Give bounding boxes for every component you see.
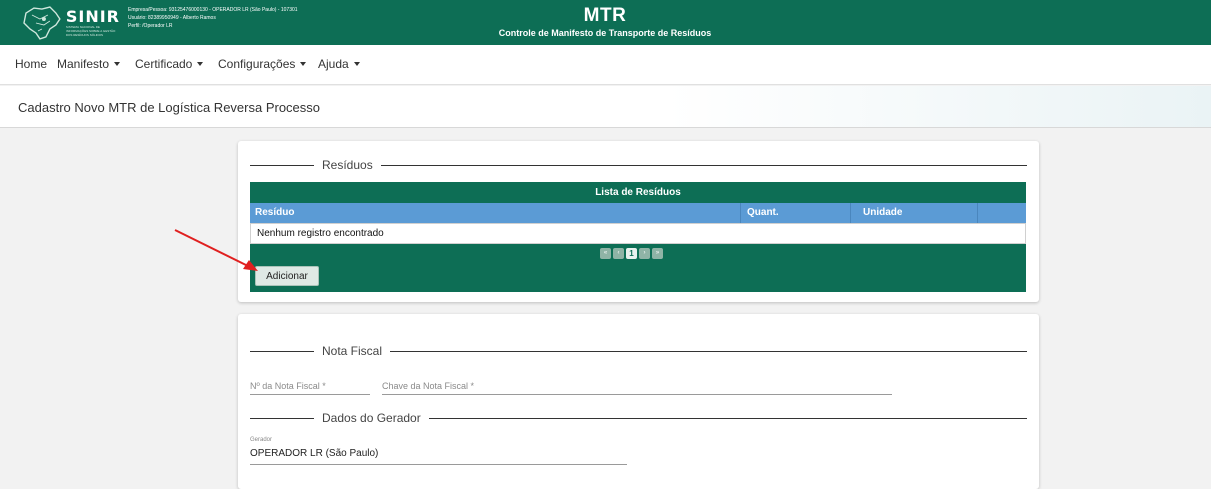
gerador-legend: Dados do Gerador: [250, 411, 1027, 425]
user-info: Empresa/Pessoa: 93125476000130 - OPERADO…: [128, 6, 298, 30]
logo-name: SINIR: [65, 7, 120, 26]
app-title-block: MTR Controle de Manifesto de Transporte …: [420, 5, 790, 39]
column-header-unidade[interactable]: Unidade: [863, 203, 902, 223]
divider: [250, 164, 314, 166]
divider: [250, 350, 314, 352]
logo-subtitle: SISTEMA NACIONAL DE INFORMAÇÕES SOBRE A …: [65, 25, 116, 37]
empty-row: Nenhum registro encontrado: [250, 223, 1026, 244]
menu-configuracoes[interactable]: Configurações: [218, 57, 307, 71]
divider: [380, 164, 1027, 166]
residuos-card: Resíduos Lista de Resíduos Resíduo Quant…: [238, 141, 1039, 302]
menu-certificado-label: Certificado: [135, 57, 193, 71]
menu-manifesto-label: Manifesto: [57, 57, 110, 71]
nota-fiscal-chave-input[interactable]: [382, 375, 892, 391]
menu-configuracoes-label: Configurações: [218, 57, 296, 71]
grid-caption: Lista de Resíduos: [595, 187, 681, 198]
menu-manifesto[interactable]: Manifesto: [57, 57, 121, 71]
brazil-map-icon: [23, 6, 61, 40]
first-page-icon[interactable]: «: [600, 248, 611, 259]
gerador-legend-label: Dados do Gerador: [322, 411, 421, 425]
nota-fiscal-chave-field[interactable]: [382, 375, 892, 395]
app-title: MTR: [583, 5, 627, 26]
column-separator: [977, 203, 978, 223]
column-header-residuo[interactable]: Resíduo: [255, 203, 294, 223]
nota-fiscal-numero-field[interactable]: [250, 375, 370, 395]
residuos-legend: Resíduos: [250, 158, 1027, 172]
divider: [390, 350, 1027, 352]
caret-down-icon: [114, 62, 121, 66]
column-separator: [850, 203, 851, 223]
app-subtitle: Controle de Manifesto de Transporte de R…: [498, 28, 712, 38]
menu-certificado[interactable]: Certificado: [135, 57, 204, 71]
nota-fiscal-numero-input[interactable]: [250, 375, 370, 391]
page-title-bar: Cadastro Novo MTR de Logística Reversa P…: [0, 86, 1211, 128]
column-separator: [740, 203, 741, 223]
menu-ajuda-label: Ajuda: [318, 57, 349, 71]
prev-page-icon[interactable]: ‹: [613, 248, 624, 259]
page-number[interactable]: 1: [626, 248, 637, 259]
divider: [250, 417, 314, 419]
column-header-quant[interactable]: Quant.: [747, 203, 779, 223]
sinir-logo[interactable]: SINIR SISTEMA NACIONAL DE INFORMAÇÕES SO…: [20, 4, 120, 42]
last-page-icon[interactable]: »: [652, 248, 663, 259]
gerador-label: Gerador: [250, 437, 273, 443]
divider: [428, 417, 1027, 419]
annotation-arrow-icon: [174, 229, 258, 271]
usuario-text: Usuário: 82389950949 - Alberto Ramos: [128, 15, 216, 21]
pagination: « ‹ 1 › »: [600, 248, 663, 259]
page-title: Cadastro Novo MTR de Logística Reversa P…: [18, 100, 321, 115]
nota-fiscal-card: Nota Fiscal Dados do Gerador Gerador OPE…: [238, 314, 1039, 489]
grid-header: Resíduo Quant. Unidade: [250, 203, 1026, 223]
residuos-legend-label: Resíduos: [322, 158, 373, 172]
nota-fiscal-legend: Nota Fiscal: [250, 344, 1027, 358]
nota-fiscal-legend-label: Nota Fiscal: [322, 344, 383, 358]
menu-home-label: Home: [15, 57, 48, 71]
gerador-field[interactable]: OPERADOR LR (São Paulo): [250, 445, 627, 465]
caret-down-icon: [353, 62, 360, 66]
menu-ajuda[interactable]: Ajuda: [318, 57, 360, 71]
menu-home[interactable]: Home: [15, 57, 47, 71]
empresa-text: Empresa/Pessoa: 93125476000130 - OPERADO…: [128, 7, 298, 13]
perfil-text: Perfil: /Operador LR: [128, 23, 173, 29]
top-header: SINIR SISTEMA NACIONAL DE INFORMAÇÕES SO…: [0, 0, 1211, 45]
residuos-grid: Lista de Resíduos Resíduo Quant. Unidade…: [250, 182, 1026, 292]
gerador-value: OPERADOR LR (São Paulo): [250, 448, 379, 459]
caret-down-icon: [300, 62, 307, 66]
caret-down-icon: [197, 62, 204, 66]
main-menu: Home Manifesto Certificado Configurações…: [0, 45, 1211, 85]
next-page-icon[interactable]: ›: [639, 248, 650, 259]
